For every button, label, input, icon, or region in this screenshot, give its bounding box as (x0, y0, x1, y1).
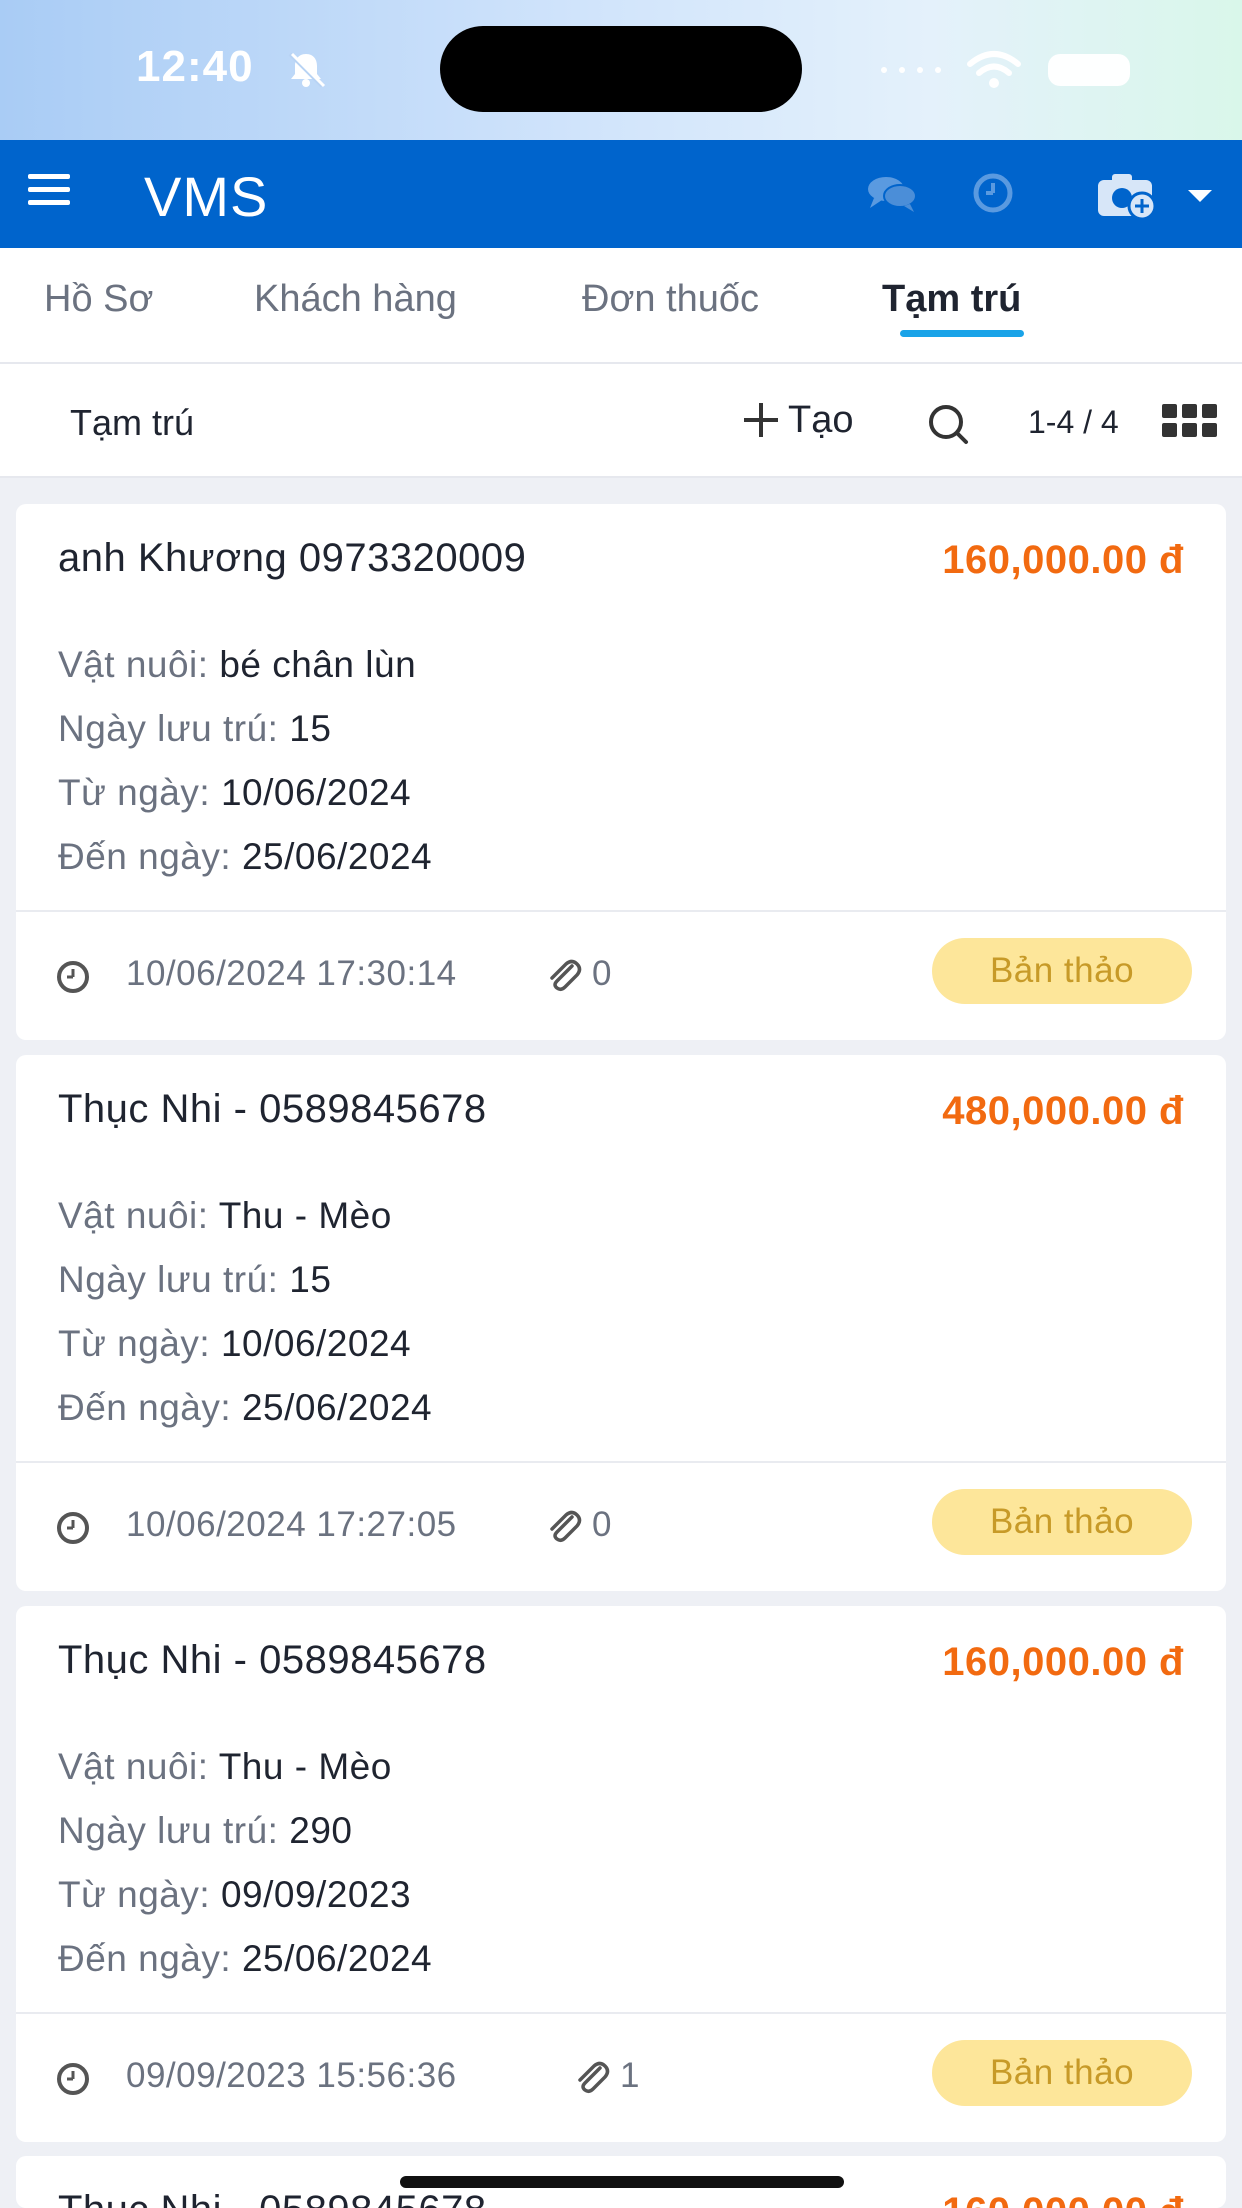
pet-field: Vật nuôi: bé chân lùn (58, 644, 417, 685)
bell-off-icon (288, 52, 326, 88)
list-toolbar: Tạm trú Tạo 1-4 / 4 (0, 364, 1242, 478)
to-date-field: Đến ngày: 25/06/2024 (58, 1938, 433, 1979)
amount: 160,000.00 đ (942, 1640, 1184, 1684)
customer-name: Thục Nhi - 0589845678 (58, 1087, 487, 1131)
clock-icon (57, 2063, 89, 2095)
grid-view-icon[interactable] (1162, 404, 1218, 438)
tab-ho-so[interactable]: Hồ Sơ (44, 278, 153, 321)
paperclip-icon (550, 1510, 582, 1543)
record-card[interactable]: Thục Nhi - 0589845678 160,000.00 đ Vật n… (16, 1606, 1226, 2142)
amount: 480,000.00 đ (942, 1089, 1184, 1133)
pet-field: Vật nuôi: Thu - Mèo (58, 1195, 392, 1236)
status-bar: 12:40 (0, 0, 1242, 140)
pet-field: Vật nuôi: Thu - Mèo (58, 1746, 392, 1787)
customer-name: Thục Nhi - 0589845678 (58, 1638, 487, 1682)
paperclip-icon (578, 2061, 610, 2094)
to-date-field: Đến ngày: 25/06/2024 (58, 1387, 433, 1428)
status-badge: Bản thảo (932, 1489, 1192, 1555)
card-divider (16, 1461, 1226, 1463)
created-timestamp: 09/09/2023 15:56:36 (126, 2056, 457, 2095)
active-tab-indicator (900, 330, 1024, 337)
search-icon[interactable] (926, 402, 974, 450)
tab-don-thuoc[interactable]: Đơn thuốc (582, 278, 759, 321)
stay-days-field: Ngày lưu trú: 290 (58, 1810, 353, 1851)
status-time: 12:40 (136, 42, 254, 91)
attachment-count: 0 (592, 954, 612, 993)
stay-days-field: Ngày lưu trú: 15 (58, 1259, 332, 1300)
wifi-icon (967, 51, 1021, 88)
status-badge: Bản thảo (932, 938, 1192, 1004)
amount: 160,000.00 đ (942, 2190, 1184, 2208)
pager-count[interactable]: 1-4 / 4 (1028, 404, 1119, 441)
dynamic-island (440, 26, 802, 112)
app-title: VMS (144, 165, 269, 228)
battery-icon (1048, 54, 1130, 86)
status-badge: Bản thảo (932, 2040, 1192, 2106)
card-divider (16, 910, 1226, 912)
signal-dots-icon (881, 67, 941, 73)
created-timestamp: 10/06/2024 17:30:14 (126, 954, 457, 993)
tab-khach-hang[interactable]: Khách hàng (254, 278, 457, 321)
tab-tam-tru[interactable]: Tạm trú (882, 278, 1021, 321)
activity-clock-icon[interactable] (972, 172, 1014, 214)
record-card[interactable]: Thục Nhi - 0589845678 480,000.00 đ Vật n… (16, 1055, 1226, 1591)
from-date-field: Từ ngày: 09/09/2023 (58, 1874, 412, 1915)
from-date-field: Từ ngày: 10/06/2024 (58, 772, 412, 813)
chat-icon[interactable] (866, 174, 918, 214)
paperclip-icon (550, 959, 582, 992)
plus-icon (742, 401, 780, 439)
stay-days-field: Ngày lưu trú: 15 (58, 708, 332, 749)
camera-add-icon[interactable] (1096, 170, 1160, 220)
customer-name: Thục Nhi - 0589845678 (58, 2188, 487, 2208)
attachment-count: 0 (592, 1505, 612, 1544)
tab-bar: Hồ Sơ Khách hàng Đơn thuốc Tạm trú (0, 248, 1242, 364)
from-date-field: Từ ngày: 10/06/2024 (58, 1323, 412, 1364)
clock-icon (57, 1512, 89, 1544)
to-date-field: Đến ngày: 25/06/2024 (58, 836, 433, 877)
card-divider (16, 2012, 1226, 2014)
create-button[interactable]: Tạo (742, 396, 853, 444)
list-title: Tạm trú (70, 402, 195, 443)
customer-name: anh Khương 0973320009 (58, 536, 527, 580)
record-card[interactable]: anh Khương 0973320009 160,000.00 đ Vật n… (16, 504, 1226, 1040)
create-label: Tạo (788, 398, 854, 441)
attachment-count: 1 (620, 2056, 640, 2095)
home-indicator[interactable] (400, 2176, 844, 2188)
created-timestamp: 10/06/2024 17:27:05 (126, 1505, 457, 1544)
clock-icon (57, 961, 89, 993)
menu-icon[interactable] (28, 174, 70, 214)
caret-down-icon[interactable] (1186, 188, 1214, 204)
amount: 160,000.00 đ (942, 538, 1184, 582)
app-header: VMS (0, 140, 1242, 248)
